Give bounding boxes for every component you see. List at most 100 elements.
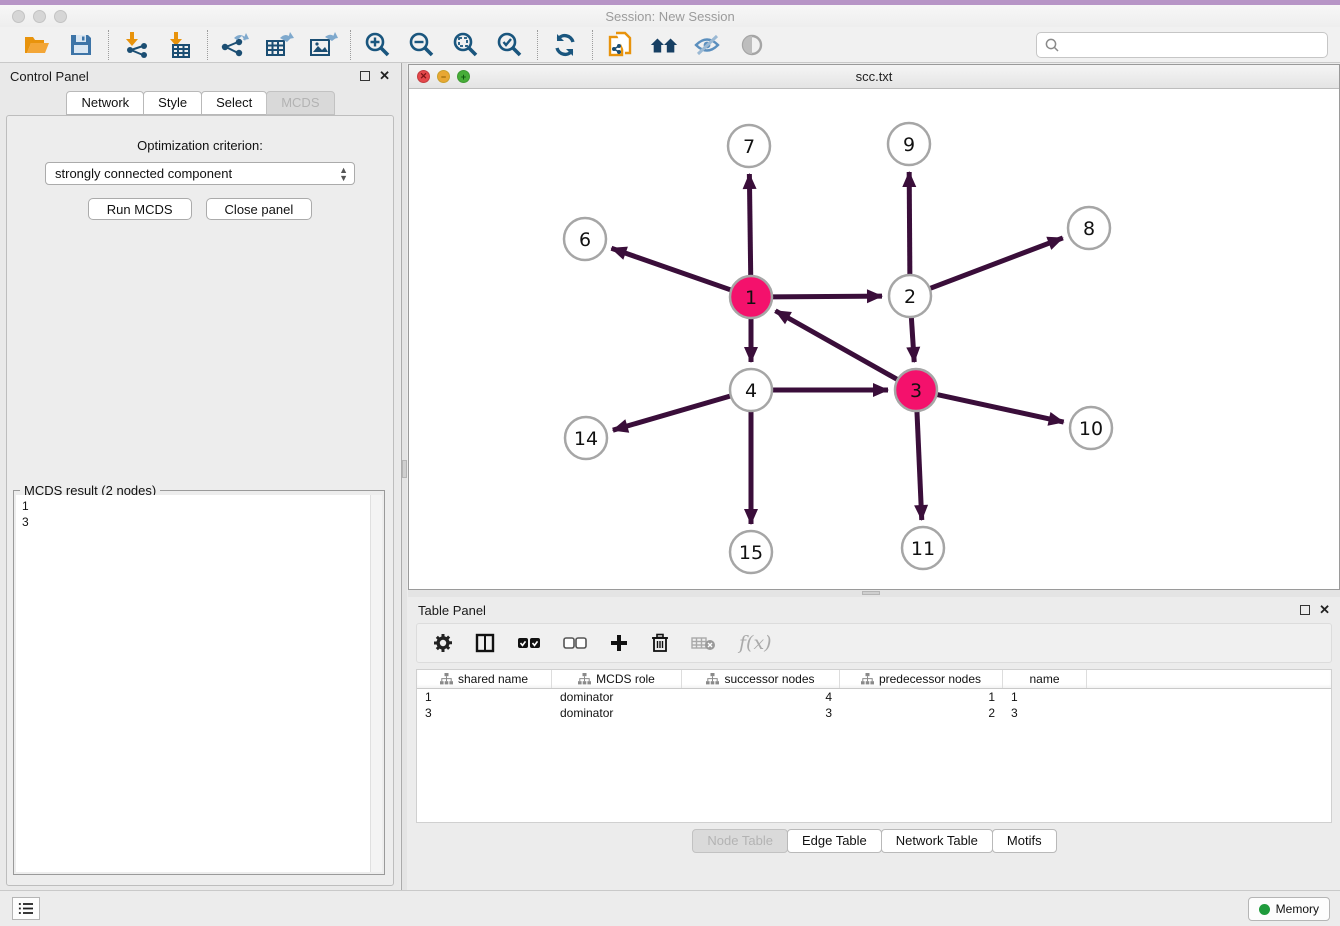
export-table-icon[interactable] xyxy=(264,30,294,60)
graph-edge-4-14[interactable] xyxy=(613,396,731,430)
network-graph[interactable]: 1234678910111415 xyxy=(409,89,1339,589)
duplicate-network-icon[interactable] xyxy=(605,30,635,60)
graph-edge-3-1[interactable] xyxy=(775,311,897,380)
result-line: 1 xyxy=(22,498,364,514)
unselect-all-columns-icon[interactable] xyxy=(563,635,587,651)
close-panel-icon[interactable]: ✕ xyxy=(379,71,390,81)
delete-table-icon xyxy=(691,634,717,652)
criterion-value: strongly connected component xyxy=(55,166,232,181)
search-box[interactable] xyxy=(1036,32,1328,58)
float-panel-icon[interactable] xyxy=(1300,605,1310,615)
horizontal-splitter[interactable] xyxy=(408,590,1340,597)
tab-style[interactable]: Style xyxy=(143,91,202,115)
graph-edge-2-3[interactable] xyxy=(911,317,914,362)
tab-mcds[interactable]: MCDS xyxy=(266,91,334,115)
list-icon xyxy=(18,902,34,915)
table-header-row[interactable]: shared name MCDS role successor nodes pr… xyxy=(417,670,1331,689)
hide-selected-icon[interactable] xyxy=(693,30,723,60)
show-all-icon[interactable] xyxy=(737,30,767,60)
refresh-view-icon[interactable] xyxy=(550,30,580,60)
close-panel-button[interactable]: Close panel xyxy=(206,198,313,220)
graph-node-label-7: 7 xyxy=(743,136,755,158)
table-panel-title: Table Panel xyxy=(418,603,486,618)
column-header-mcds-role[interactable]: MCDS role xyxy=(552,670,682,688)
create-column-icon[interactable] xyxy=(609,633,629,653)
function-builder-icon: f(x) xyxy=(739,632,772,654)
search-icon xyxy=(1044,37,1060,53)
network-window-titlebar[interactable]: ✕ − + scc.txt xyxy=(409,65,1339,89)
result-scrollbar[interactable] xyxy=(370,495,382,872)
open-file-icon[interactable] xyxy=(22,30,52,60)
mcds-result-group: MCDS result (2 nodes) 1 3 xyxy=(13,490,385,875)
float-panel-icon[interactable] xyxy=(360,71,370,81)
graph-edge-1-2[interactable] xyxy=(772,296,882,297)
graph-node-label-14: 14 xyxy=(574,428,598,450)
column-header-name[interactable]: name xyxy=(1003,670,1087,688)
graph-edge-1-6[interactable] xyxy=(611,248,731,290)
select-stepper-icon: ▲▼ xyxy=(339,166,348,182)
tab-edge-table[interactable]: Edge Table xyxy=(787,829,882,853)
window-title: Session: New Session xyxy=(0,9,1340,24)
tab-motifs[interactable]: Motifs xyxy=(992,829,1057,853)
graph-node-label-8: 8 xyxy=(1083,218,1095,240)
network-canvas[interactable]: 1234678910111415 xyxy=(409,89,1339,589)
node-table[interactable]: shared name MCDS role successor nodes pr… xyxy=(416,669,1332,823)
task-history-button[interactable] xyxy=(12,897,40,920)
status-bar: Memory xyxy=(0,890,1340,926)
network-window-title: scc.txt xyxy=(409,69,1339,84)
zoom-fit-icon[interactable] xyxy=(451,30,481,60)
first-neighbors-icon[interactable] xyxy=(649,30,679,60)
column-header-successor-nodes[interactable]: successor nodes xyxy=(682,670,840,688)
mcds-tab-content: Optimization criterion: strongly connect… xyxy=(6,115,394,886)
export-network-icon[interactable] xyxy=(220,30,250,60)
vertical-splitter[interactable] xyxy=(401,63,407,890)
mcds-result-text[interactable]: 1 3 xyxy=(16,495,370,872)
graph-edge-3-10[interactable] xyxy=(937,394,1064,422)
import-table-icon[interactable] xyxy=(165,30,195,60)
optimization-criterion-label: Optimization criterion: xyxy=(7,138,393,153)
graph-edge-2-9[interactable] xyxy=(909,172,910,275)
memory-button[interactable]: Memory xyxy=(1248,897,1330,921)
attribute-type-icon xyxy=(706,673,719,685)
graph-edge-2-8[interactable] xyxy=(930,238,1063,289)
graph-edge-1-7[interactable] xyxy=(749,174,750,276)
column-header-predecessor-nodes[interactable]: predecessor nodes xyxy=(840,670,1003,688)
zoom-out-icon[interactable] xyxy=(407,30,437,60)
table-tabs: Node Table Edge Table Network Table Moti… xyxy=(408,829,1340,853)
table-row[interactable]: 3 dominator 3 2 3 xyxy=(417,705,1331,721)
tab-network[interactable]: Network xyxy=(66,91,144,115)
memory-status-icon xyxy=(1259,904,1270,915)
graph-edge-3-11[interactable] xyxy=(917,411,922,520)
zoom-in-icon[interactable] xyxy=(363,30,393,60)
graph-node-label-15: 15 xyxy=(739,542,763,564)
network-window: ✕ − + scc.txt 1234678910111415 xyxy=(408,64,1340,590)
table-settings-gear-icon[interactable] xyxy=(433,633,453,653)
memory-label: Memory xyxy=(1276,902,1319,916)
tab-network-table[interactable]: Network Table xyxy=(881,829,993,853)
graph-node-label-11: 11 xyxy=(911,538,935,560)
control-panel-title: Control Panel xyxy=(10,69,89,84)
graph-node-label-6: 6 xyxy=(579,229,591,251)
splitter-grip[interactable] xyxy=(402,460,407,478)
table-toolbar: f(x) xyxy=(416,623,1332,663)
attribute-type-icon xyxy=(440,673,453,685)
table-row[interactable]: 1 dominator 4 1 1 xyxy=(417,689,1331,705)
graph-node-label-10: 10 xyxy=(1079,418,1103,440)
tab-node-table[interactable]: Node Table xyxy=(692,829,788,853)
criterion-select[interactable]: strongly connected component ▲▼ xyxy=(45,162,355,185)
main-toolbar xyxy=(0,27,1340,63)
show-columns-icon[interactable] xyxy=(475,633,495,653)
close-panel-icon[interactable]: ✕ xyxy=(1319,605,1330,615)
attribute-type-icon xyxy=(861,673,874,685)
run-mcds-button[interactable]: Run MCDS xyxy=(88,198,192,220)
search-input[interactable] xyxy=(1036,32,1328,58)
import-network-icon[interactable] xyxy=(121,30,151,60)
tab-select[interactable]: Select xyxy=(201,91,267,115)
save-session-icon[interactable] xyxy=(66,30,96,60)
splitter-grip[interactable] xyxy=(862,591,880,595)
zoom-selected-icon[interactable] xyxy=(495,30,525,60)
select-all-columns-icon[interactable] xyxy=(517,635,541,651)
delete-column-icon[interactable] xyxy=(651,633,669,653)
export-image-icon[interactable] xyxy=(308,30,338,60)
column-header-shared-name[interactable]: shared name xyxy=(417,670,552,688)
